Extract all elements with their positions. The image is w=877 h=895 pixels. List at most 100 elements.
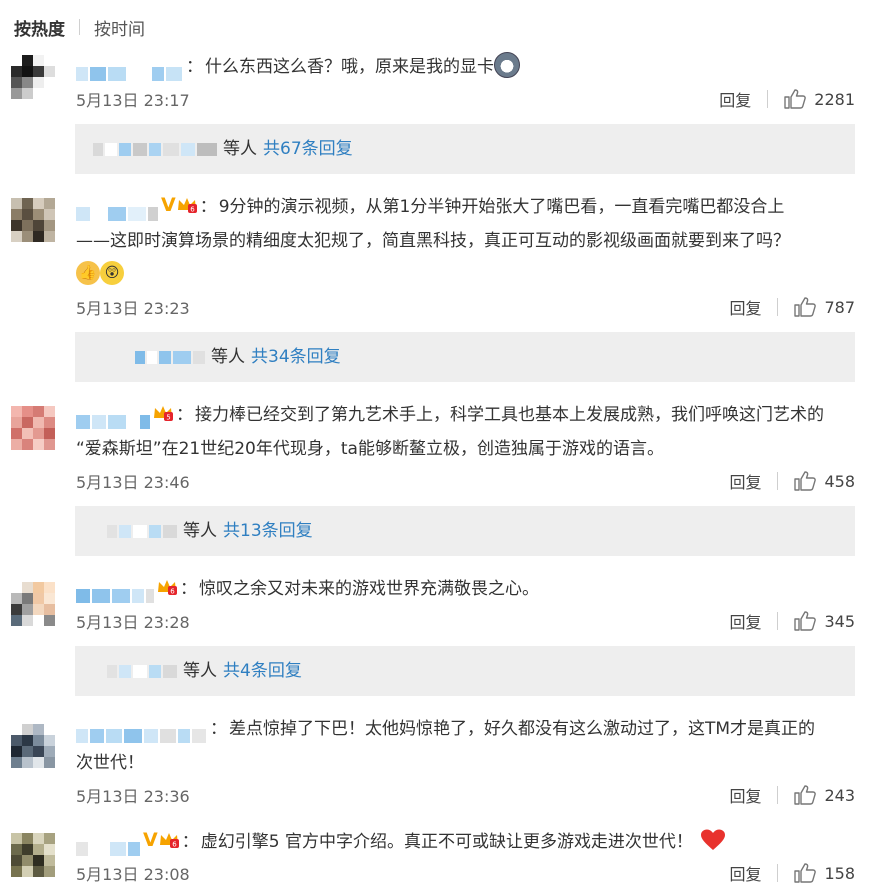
reply-button[interactable]: 回复 <box>729 783 761 807</box>
username-link[interactable] <box>76 579 156 603</box>
reply-button[interactable]: 回复 <box>729 469 761 493</box>
reply-button[interactable]: 回复 <box>719 87 751 111</box>
comment-body: 6 ：惊叹之余又对未来的游戏世界充满敬畏之心。 <box>76 572 855 606</box>
svg-text:6: 6 <box>172 841 177 849</box>
like-count: 2281 <box>814 89 855 109</box>
action-divider <box>777 472 779 490</box>
comment-body: V 6 ：虚幻引擎5 官方中字介绍。真正不可或缺让更多游戏走进次世代！ <box>76 825 855 859</box>
comment-text: 9分钟的演示视频，从第1分半钟开始张大了嘴巴看，一直看完嘴巴都没合上 <box>218 197 785 217</box>
comment-time: 5月13日 23:28 <box>76 613 190 632</box>
action-divider <box>767 90 769 108</box>
reply-count-link[interactable]: 共67条回复 <box>263 124 353 174</box>
husky-emoji-icon <box>494 52 520 78</box>
reply-usernames <box>135 332 207 382</box>
svg-text:6: 6 <box>170 588 175 596</box>
comment-text: 接力棒已经交到了第九艺术手上，科学工具也基本上发展成熟，我们呼唤这门艺术的 <box>195 405 824 425</box>
reply-etc-text: 等人 <box>183 521 217 541</box>
comment-actions: 回复 158 <box>729 861 855 885</box>
sort-bar: 按热度 按时间 <box>14 14 145 40</box>
comment-actions: 回复 345 <box>729 609 855 633</box>
avatar[interactable] <box>11 55 55 99</box>
comment-actions: 回复 787 <box>729 295 855 319</box>
reply-preview[interactable]: 等人 共34条回复 <box>75 332 855 382</box>
reply-count-link[interactable]: 共34条回复 <box>251 332 341 382</box>
like-count: 243 <box>824 785 855 805</box>
action-divider <box>777 786 779 804</box>
reply-usernames <box>107 646 179 696</box>
member-crown-icon: 5 <box>154 406 173 422</box>
reply-usernames <box>107 506 179 556</box>
reply-etc-text: 等人 <box>211 347 245 367</box>
comment-actions: 回复 2281 <box>719 87 855 111</box>
avatar[interactable] <box>11 406 55 450</box>
comment-body: 5 ：接力棒已经交到了第九艺术手上，科学工具也基本上发展成熟，我们呼唤这门艺术的 “… <box>76 398 855 466</box>
colon: ： <box>181 832 199 852</box>
thumbs-up-icon[interactable] <box>794 611 817 631</box>
comment-text: 什么东西这么香？哦，原来是我的显卡 <box>205 57 494 77</box>
avatar[interactable] <box>11 724 55 768</box>
username-link[interactable] <box>76 197 160 221</box>
reply-preview[interactable]: 等人 共4条回复 <box>75 646 855 696</box>
thumbs-up-icon[interactable] <box>794 297 817 317</box>
reply-preview[interactable]: 等人 共13条回复 <box>75 506 855 556</box>
comment-time: 5月13日 23:36 <box>76 787 190 806</box>
shocked-face-emoji-icon: 😲 <box>100 261 124 285</box>
comment-meta: 5月13日 23:08 回复 158 <box>76 861 855 885</box>
sort-divider <box>79 19 80 35</box>
comment-text-continued: 次世代！ <box>76 753 144 773</box>
thumbs-up-icon[interactable] <box>794 471 817 491</box>
comment-text: 虚幻引擎5 官方中字介绍。真正不可或缺让更多游戏走进次世代！ <box>200 832 693 852</box>
reply-etc-text: 等人 <box>223 139 257 159</box>
verified-v-icon: V <box>161 194 176 216</box>
action-divider <box>777 864 779 882</box>
comment-actions: 回复 458 <box>729 469 855 493</box>
member-crown-icon: 6 <box>159 833 179 849</box>
reply-button[interactable]: 回复 <box>729 861 761 885</box>
member-crown-icon: 6 <box>158 580 177 596</box>
like-count: 787 <box>824 297 855 317</box>
comment-time: 5月13日 23:08 <box>76 865 190 884</box>
thumbs-up-icon[interactable] <box>794 785 817 805</box>
comment-body: ：什么东西这么香？哦，原来是我的显卡 <box>76 50 855 84</box>
reply-button[interactable]: 回复 <box>729 295 761 319</box>
verified-v-icon: V <box>143 829 158 851</box>
avatar[interactable] <box>11 198 55 242</box>
red-heart-icon <box>700 829 725 850</box>
like-count: 345 <box>824 611 855 631</box>
thumbs-up-icon[interactable] <box>784 89 807 109</box>
sort-by-hot-tab[interactable]: 按热度 <box>14 15 65 40</box>
thumbs-up-icon[interactable] <box>794 863 817 883</box>
username-link[interactable] <box>76 832 142 856</box>
username-link[interactable] <box>76 57 184 81</box>
reply-usernames <box>93 124 219 174</box>
svg-text:5: 5 <box>166 414 170 422</box>
reply-count-link[interactable]: 共13条回复 <box>223 506 313 556</box>
username-link[interactable] <box>76 405 152 429</box>
avatar[interactable] <box>11 833 55 877</box>
reply-button[interactable]: 回复 <box>729 609 761 633</box>
action-divider <box>777 612 779 630</box>
thumbs-up-emoji-icon: 👍 <box>76 261 100 285</box>
colon: ： <box>199 197 217 217</box>
comment-time: 5月13日 23:46 <box>76 473 190 492</box>
colon: ： <box>210 719 227 739</box>
comment-meta: 5月13日 23:17 回复 2281 <box>76 87 855 111</box>
username-link[interactable] <box>76 719 208 743</box>
comment-meta: 5月13日 23:46 回复 458 <box>76 469 855 493</box>
avatar[interactable] <box>11 582 55 626</box>
svg-text:6: 6 <box>190 206 195 214</box>
comment-meta: 5月13日 23:23 回复 787 <box>76 295 855 319</box>
like-count: 158 <box>824 863 855 883</box>
comment-text-continued: “爱森斯坦”在21世纪20年代现身，ta能够断鳌立极，创造独属于游戏的语言。 <box>76 439 664 459</box>
comment-actions: 回复 243 <box>729 783 855 807</box>
comment-text: 差点惊掉了下巴！太他妈惊艳了，好久都没有这么激动过了，这TM才是真正的 <box>229 719 816 739</box>
colon: ： <box>186 57 203 77</box>
comment-body: ：差点惊掉了下巴！太他妈惊艳了，好久都没有这么激动过了，这TM才是真正的次世代！ <box>76 712 855 780</box>
reply-preview[interactable]: 等人 共67条回复 <box>75 124 855 174</box>
comment-text-continued: ——这即时演算场景的精细度太犯规了，简直黑科技，真正可互动的影视级画面就要到来了… <box>76 231 790 251</box>
comment-time: 5月13日 23:17 <box>76 91 190 110</box>
sort-by-time-tab[interactable]: 按时间 <box>94 15 145 40</box>
comment-meta: 5月13日 23:28 回复 345 <box>76 609 855 633</box>
reply-count-link[interactable]: 共4条回复 <box>223 646 302 696</box>
colon: ： <box>176 405 193 425</box>
